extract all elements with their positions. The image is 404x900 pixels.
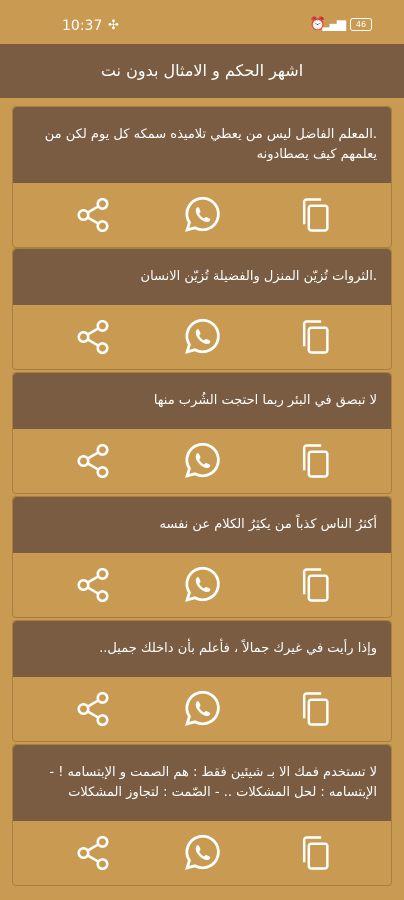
share-icon xyxy=(74,196,112,234)
copy-icon xyxy=(298,318,332,356)
quote-card: .المعلم الفاضل ليس من يعطي تلاميذه سمكه … xyxy=(12,106,392,248)
app-title: اشهر الحكم و الامثال بدون نت xyxy=(100,61,304,80)
whatsapp-icon xyxy=(181,688,223,730)
whatsapp-button[interactable] xyxy=(180,439,224,483)
share-icon xyxy=(74,318,112,356)
copy-icon xyxy=(298,834,332,872)
copy-icon xyxy=(298,690,332,728)
copy-button[interactable] xyxy=(293,439,337,483)
card-actions xyxy=(13,553,391,617)
status-bar: 10:37 ✣ ⏰ ▂▄▆ 46 xyxy=(0,0,404,44)
whatsapp-button[interactable] xyxy=(180,563,224,607)
app-bar: اشهر الحكم و الامثال بدون نت xyxy=(0,44,404,98)
share-button[interactable] xyxy=(71,193,115,237)
share-icon xyxy=(74,690,112,728)
card-actions xyxy=(13,677,391,741)
whatsapp-button[interactable] xyxy=(180,315,224,359)
copy-icon xyxy=(298,196,332,234)
share-button[interactable] xyxy=(71,439,115,483)
whatsapp-icon xyxy=(181,564,223,606)
card-actions xyxy=(13,429,391,493)
whatsapp-button[interactable] xyxy=(180,831,224,875)
copy-button[interactable] xyxy=(293,687,337,731)
share-icon xyxy=(74,834,112,872)
copy-icon xyxy=(298,442,332,480)
vibrate-icon: ✣ xyxy=(108,18,119,33)
share-button[interactable] xyxy=(71,831,115,875)
copy-button[interactable] xyxy=(293,563,337,607)
quote-text: وإذا رأيت في غيرك جمالاً ، فأعلم بأن داخ… xyxy=(13,621,391,677)
card-actions xyxy=(13,305,391,369)
quote-text: لا تستخدم فمك الا بـ شيئين فقط : هم الصم… xyxy=(13,745,391,821)
quote-card: وإذا رأيت في غيرك جمالاً ، فأعلم بأن داخ… xyxy=(12,620,392,742)
quote-text: .الثروات تُزيّن المنزل والفضيلة تُزيّن ا… xyxy=(13,249,391,305)
quote-card: لا تبصق في البئر ربما احتجت الشُرب منها xyxy=(12,372,392,494)
whatsapp-button[interactable] xyxy=(180,687,224,731)
copy-button[interactable] xyxy=(293,831,337,875)
share-button[interactable] xyxy=(71,563,115,607)
whatsapp-icon xyxy=(181,194,223,236)
quote-card: لا تستخدم فمك الا بـ شيئين فقط : هم الصم… xyxy=(12,744,392,886)
quote-text: أكثرُ الناس كذباً من يكثِرُ الكلام عن نف… xyxy=(13,497,391,553)
whatsapp-icon xyxy=(181,832,223,874)
whatsapp-icon xyxy=(181,316,223,358)
quote-card: .الثروات تُزيّن المنزل والفضيلة تُزيّن ا… xyxy=(12,248,392,370)
copy-icon xyxy=(298,566,332,604)
share-button[interactable] xyxy=(71,315,115,359)
status-time: 10:37 xyxy=(62,18,103,34)
quote-card: أكثرُ الناس كذباً من يكثِرُ الكلام عن نف… xyxy=(12,496,392,618)
card-actions xyxy=(13,183,391,247)
card-actions xyxy=(13,821,391,885)
whatsapp-button[interactable] xyxy=(180,193,224,237)
share-icon xyxy=(74,442,112,480)
copy-button[interactable] xyxy=(293,315,337,359)
battery-icon: 46 xyxy=(350,18,372,31)
share-button[interactable] xyxy=(71,687,115,731)
whatsapp-icon xyxy=(181,440,223,482)
quote-text: لا تبصق في البئر ربما احتجت الشُرب منها xyxy=(13,373,391,429)
copy-button[interactable] xyxy=(293,193,337,237)
signal-icon: ▂▄▆ xyxy=(322,17,346,31)
share-icon xyxy=(74,566,112,604)
quote-text: .المعلم الفاضل ليس من يعطي تلاميذه سمكه … xyxy=(13,107,391,183)
